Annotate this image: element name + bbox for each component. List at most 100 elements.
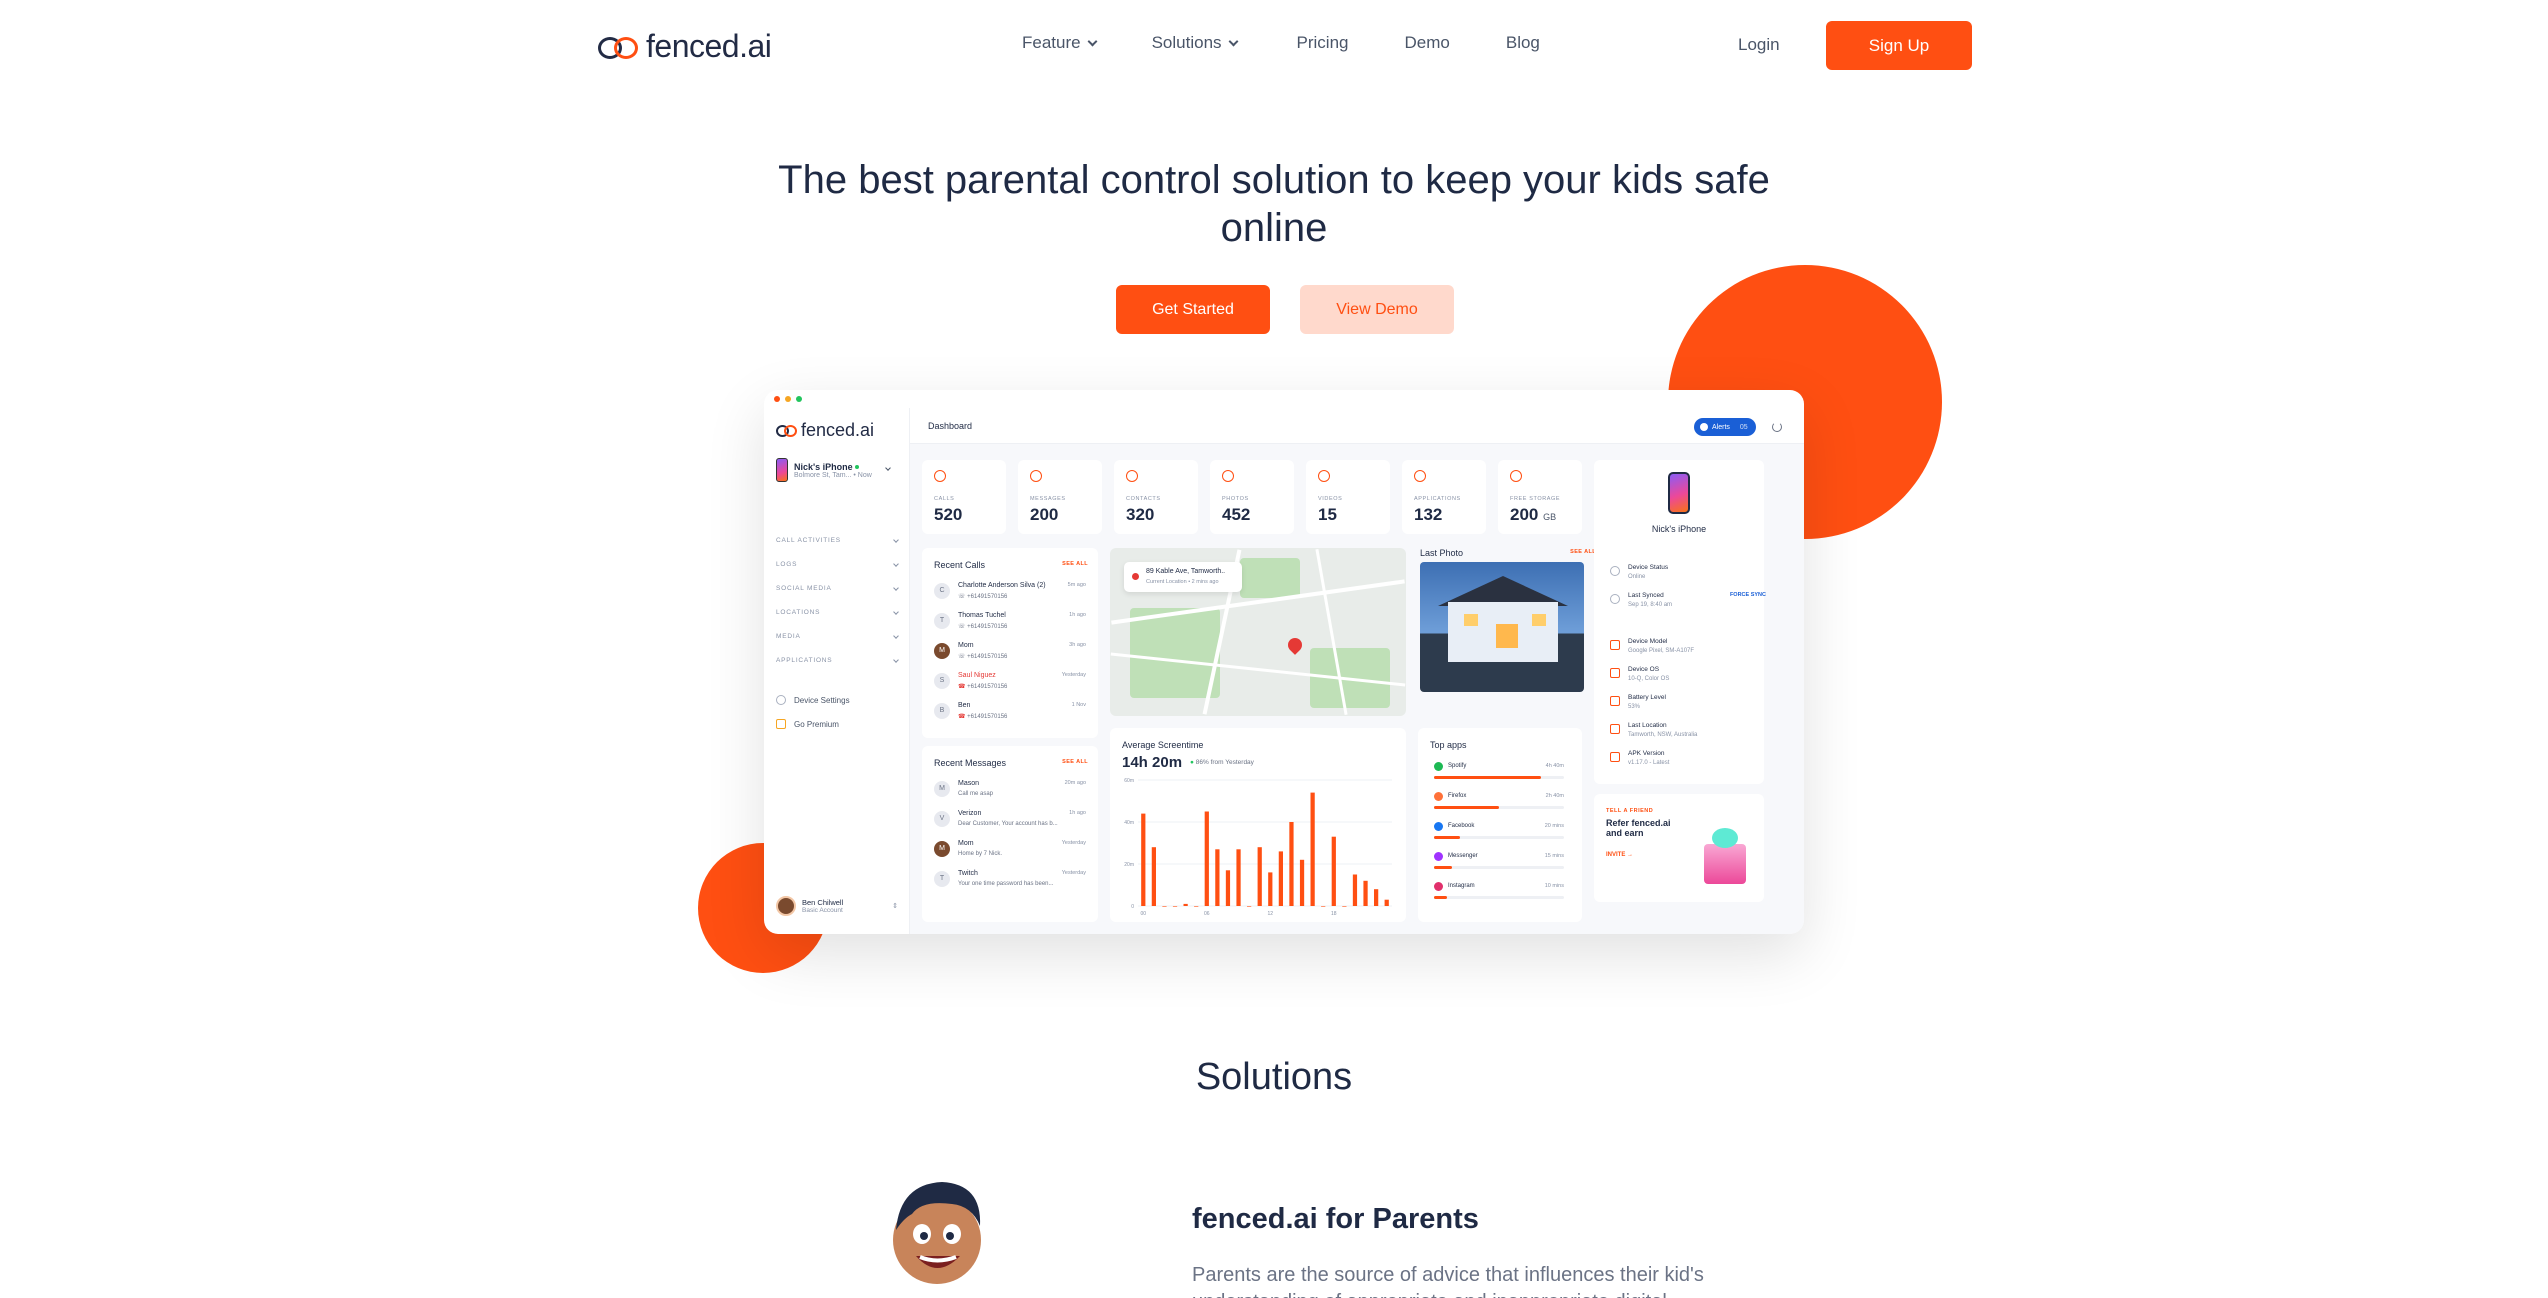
login-link[interactable]: Login — [1738, 35, 1780, 55]
list-item[interactable]: M Mom Home by 7 Nick. Yesterday — [934, 838, 1086, 866]
chart-bar[interactable] — [1215, 849, 1220, 906]
nav-solutions[interactable]: Solutions — [1152, 33, 1238, 53]
refresh-icon[interactable] — [1772, 422, 1782, 432]
phone-icon — [776, 458, 788, 482]
sidebar-item-media[interactable]: MEDIA — [776, 624, 899, 648]
signup-button[interactable]: Sign Up — [1826, 21, 1972, 70]
force-sync-button[interactable]: FORCE SYNC — [1730, 592, 1766, 598]
chart-bar[interactable] — [1268, 872, 1273, 906]
parents-description: Parents are the source of advice that in… — [1192, 1264, 1704, 1298]
chart-bar[interactable] — [1183, 903, 1188, 906]
sidebar-item-logs[interactable]: LOGS — [776, 552, 899, 576]
nav-blog[interactable]: Blog — [1506, 33, 1540, 53]
list-item[interactable]: M Mason Call me asap 20m ago — [934, 778, 1086, 806]
see-all-link[interactable]: SEE ALL — [1570, 549, 1596, 555]
refer-title: Refer fenced.ai and earn — [1606, 818, 1671, 838]
chart-bar[interactable] — [1384, 899, 1389, 906]
sidebar-item-applications[interactable]: APPLICATIONS — [776, 648, 899, 672]
logo-rings-icon — [598, 35, 640, 59]
nav-demo[interactable]: Demo — [1405, 33, 1450, 53]
chart-bar[interactable] — [1374, 889, 1379, 906]
list-item[interactable]: C Charlotte Anderson Silva (2) ☏ +61491570… — [934, 580, 1086, 608]
device-last-synced: Last Synced Sep 19, 8:40 am FORCE SYNC — [1610, 592, 1770, 620]
app-row-facebook[interactable]: Facebook 20 mins — [1434, 822, 1564, 852]
list-item[interactable]: V Verizon Dear Customer, Your account has … — [934, 808, 1086, 836]
chart-bar[interactable] — [1299, 859, 1305, 906]
chart-bar[interactable] — [1278, 851, 1283, 906]
chart-bar[interactable] — [1247, 906, 1252, 907]
device-name: Nick's iPhone — [1651, 524, 1707, 534]
chart-bar[interactable] — [1172, 906, 1178, 907]
chart-bar[interactable] — [1363, 880, 1368, 906]
parents-heading: fenced.ai for Parents — [1192, 1203, 1479, 1235]
x-tick-label: 12 — [1268, 911, 1274, 917]
app-usage-bar — [1434, 806, 1499, 809]
brand-logo[interactable]: fenced.ai — [598, 28, 772, 65]
stat-messages[interactable]: MESSAGES 200 — [1018, 460, 1102, 534]
window-dot-icon — [796, 396, 802, 402]
dashboard-topbar: Dashboard Alerts 05 — [910, 408, 1804, 444]
chart-bar[interactable] — [1352, 874, 1358, 907]
list-item[interactable]: S Saul Niguez ☎ +61491570156 Yesterday — [934, 670, 1086, 698]
view-demo-button[interactable]: View Demo — [1300, 285, 1454, 334]
y-tick-label: 20m — [1124, 862, 1134, 868]
sync-icon — [1610, 594, 1620, 604]
main-nav: Feature Solutions Pricing Demo Blog — [1022, 33, 1596, 53]
device-location: Bolmore St, Tam... • Now — [794, 471, 872, 479]
chart-bar[interactable] — [1310, 792, 1315, 906]
stat-videos[interactable]: VIDEOS 15 — [1306, 460, 1390, 534]
list-item[interactable]: M Mom ☏ +61491570156 3h ago — [934, 640, 1086, 668]
device-settings-link[interactable]: Device Settings — [776, 688, 850, 712]
sidebar-logo-suffix: .ai — [855, 420, 875, 440]
chart-bar[interactable] — [1342, 906, 1347, 907]
stat-contacts[interactable]: CONTACTS 320 — [1114, 460, 1198, 534]
storage-icon — [1510, 470, 1522, 482]
chart-bar[interactable] — [1225, 870, 1231, 906]
chart-bar[interactable] — [1162, 906, 1167, 907]
house-window — [1464, 614, 1478, 626]
chart-bar[interactable] — [1257, 847, 1262, 906]
device-battery: Battery Level 53% — [1610, 694, 1770, 722]
alerts-button[interactable]: Alerts 05 — [1694, 418, 1756, 436]
spotify-icon — [1434, 762, 1443, 771]
user-account[interactable]: Ben Chilwell Basic Account ⇕ — [776, 896, 898, 916]
stat-storage[interactable]: FREE STORAGE 200 GB — [1498, 460, 1582, 534]
get-started-button[interactable]: Get Started — [1116, 285, 1270, 334]
sidebar-item-social-media[interactable]: SOCIAL MEDIA — [776, 576, 899, 600]
chart-bar[interactable] — [1331, 836, 1336, 906]
chart-bar[interactable] — [1236, 849, 1241, 906]
stat-photos[interactable]: PHOTOS 452 — [1210, 460, 1294, 534]
invite-button[interactable]: INVITE → — [1606, 852, 1633, 858]
stat-calls[interactable]: CALLS 520 — [922, 460, 1006, 534]
device-selector[interactable]: Nick's iPhone Bolmore St, Tam... • Now — [776, 458, 891, 482]
app-row-messenger[interactable]: Messenger 15 mins — [1434, 852, 1564, 882]
top-apps-card: Top apps Spotify 4h 40m Firefox 2h 40m Fac… — [1418, 728, 1582, 922]
chevron-down-icon — [893, 585, 899, 591]
list-item[interactable]: B Ben ☎ +61491570156 1 Nov — [934, 700, 1086, 728]
chart-bar[interactable] — [1204, 811, 1209, 907]
list-item[interactable]: T Twitch Your one time password has been..… — [934, 868, 1086, 896]
app-row-spotify[interactable]: Spotify 4h 40m — [1434, 762, 1564, 792]
chart-bar[interactable] — [1151, 847, 1156, 906]
chart-bar[interactable] — [1289, 822, 1294, 906]
see-all-link[interactable]: SEE ALL — [1062, 561, 1088, 567]
list-item[interactable]: T Thomas Tuchel ☏ +61491570156 1h ago — [934, 610, 1086, 638]
stat-applications[interactable]: APPLICATIONS 132 — [1402, 460, 1486, 534]
sidebar-item-locations[interactable]: LOCATIONS — [776, 600, 899, 624]
chart-bar[interactable] — [1141, 813, 1146, 906]
nav-feature[interactable]: Feature — [1022, 33, 1098, 53]
see-all-link[interactable]: SEE ALL — [1062, 759, 1088, 765]
house-door — [1496, 624, 1518, 648]
chart-bar[interactable] — [1194, 906, 1199, 907]
sidebar-item-call-activities[interactable]: CALL ACTIVITIES — [776, 528, 899, 552]
app-row-firefox[interactable]: Firefox 2h 40m — [1434, 792, 1564, 822]
x-tick-label: 06 — [1204, 911, 1210, 917]
last-photo-image[interactable] — [1420, 562, 1584, 692]
chart-bar[interactable] — [1321, 906, 1326, 907]
location-map[interactable]: 89 Kable Ave, Tamworth.. Current Locatio… — [1110, 548, 1406, 716]
nav-pricing[interactable]: Pricing — [1297, 33, 1349, 53]
battery-icon — [1610, 696, 1620, 706]
messenger-icon — [1434, 852, 1443, 861]
app-row-instagram[interactable]: Instagram 10 mins — [1434, 882, 1564, 912]
go-premium-link[interactable]: Go Premium — [776, 712, 850, 736]
